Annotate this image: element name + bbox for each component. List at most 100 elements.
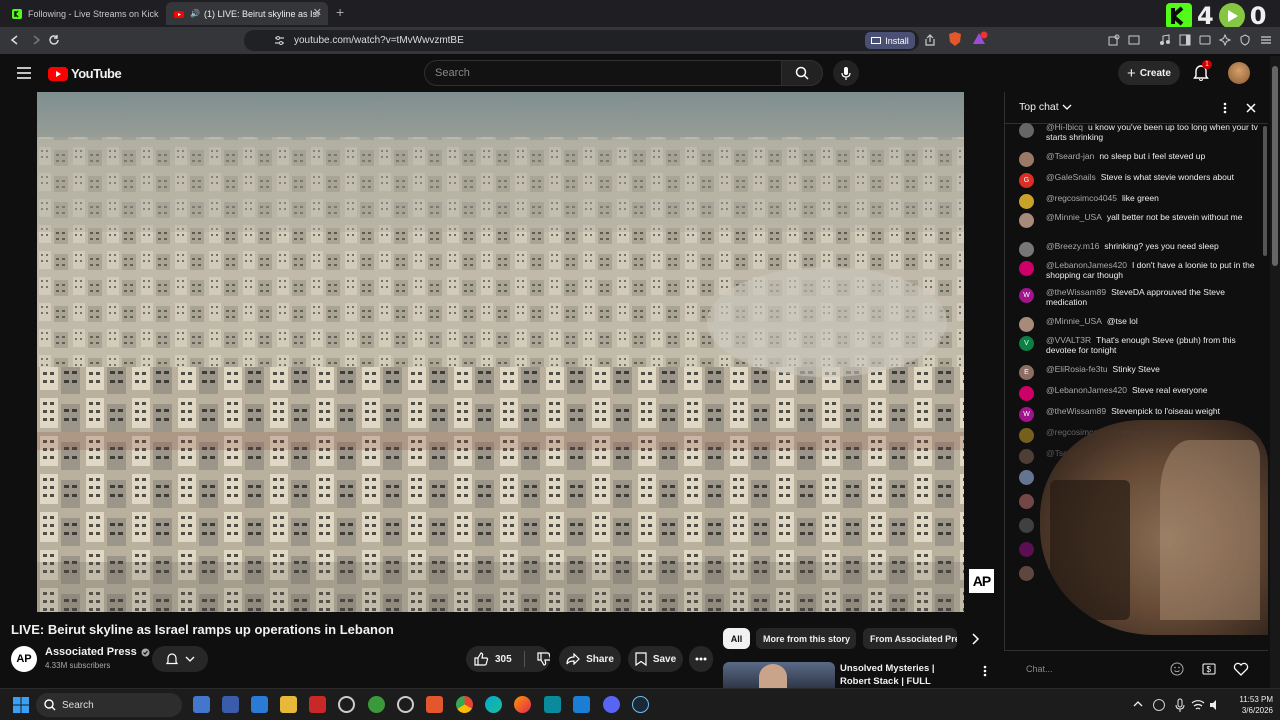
chat-input[interactable]: Chat...: [1018, 659, 1158, 679]
forward-icon[interactable]: [30, 34, 42, 46]
app-icon[interactable]: [193, 696, 210, 713]
app-icon[interactable]: [309, 696, 326, 713]
back-icon[interactable]: [9, 34, 21, 46]
ai-sparkle-icon[interactable]: [1219, 34, 1231, 46]
vpn-shield-icon[interactable]: [1239, 34, 1251, 46]
notifications-button[interactable]: 1: [1192, 60, 1212, 81]
chat-author[interactable]: @Tseard-jan: [1046, 151, 1094, 161]
chat-author[interactable]: @Minnie_USA: [1046, 316, 1102, 326]
brave-rewards-icon[interactable]: [970, 31, 988, 47]
chip-from-channel[interactable]: From Associated Pre: [863, 628, 957, 649]
chrome-icon[interactable]: [456, 696, 473, 713]
chat-author[interactable]: @LebanonJames420: [1046, 260, 1127, 270]
file-explorer-icon[interactable]: [280, 696, 297, 713]
chip-more-from-story[interactable]: More from this story: [756, 628, 856, 649]
chat-scrollbar[interactable]: [1263, 126, 1267, 256]
save-button[interactable]: Save: [628, 646, 683, 672]
share-button[interactable]: Share: [559, 646, 621, 672]
tab-youtube-active[interactable]: 🔊 (1) LIVE: Beirut skyline as Israe ✕: [166, 2, 328, 25]
related-video-thumbnail[interactable]: [723, 662, 835, 690]
url-text: youtube.com/watch?v=tMvWwvzmtBE: [294, 35, 464, 46]
chat-text: like green: [1122, 193, 1159, 203]
more-vertical-icon[interactable]: [1223, 102, 1227, 114]
app-icon[interactable]: [368, 696, 385, 713]
more-vertical-icon[interactable]: [983, 665, 987, 677]
bookmark-icon: [635, 652, 647, 666]
voice-search-button[interactable]: [833, 60, 859, 86]
chat-author[interactable]: @Minnie_USA: [1046, 212, 1102, 222]
channel-name-row[interactable]: Associated Press: [45, 646, 150, 658]
chat-faded-avatars: [1019, 470, 1034, 620]
chat-author[interactable]: @LebanonJames420: [1046, 385, 1127, 395]
video-player[interactable]: [37, 92, 964, 612]
media-icon[interactable]: [1159, 34, 1171, 46]
emoji-icon[interactable]: [1170, 662, 1184, 676]
windows-start-icon[interactable]: [13, 697, 29, 713]
wallet-icon[interactable]: [1199, 34, 1211, 46]
app-icon[interactable]: [397, 696, 414, 713]
subscription-bell-button[interactable]: [152, 646, 208, 672]
search-input[interactable]: Search: [424, 60, 782, 86]
site-settings-icon[interactable]: [274, 35, 285, 46]
system-clock[interactable]: 11:53 PM 3/6/2026: [1223, 694, 1273, 716]
heart-icon[interactable]: [1233, 661, 1249, 676]
extensions-icon[interactable]: [1108, 34, 1120, 46]
chevron-up-icon[interactable]: [1133, 700, 1143, 708]
chat-author[interactable]: @VVALT3R: [1046, 335, 1091, 345]
brave-shield-icon[interactable]: [946, 31, 964, 47]
like-button[interactable]: 305: [474, 652, 512, 666]
hamburger-menu-icon[interactable]: [17, 67, 31, 79]
channel-name: Associated Press: [45, 646, 137, 658]
menu-icon[interactable]: [1260, 34, 1272, 46]
chat-author[interactable]: @regcosimco4045: [1046, 193, 1117, 203]
more-actions-button[interactable]: [689, 646, 713, 672]
install-app-button[interactable]: Install: [865, 32, 915, 49]
tab-kick[interactable]: Following - Live Streams on Kick: [4, 2, 164, 25]
microphone-icon[interactable]: [1175, 698, 1185, 712]
top-chat-dropdown[interactable]: Top chat: [1019, 101, 1072, 113]
chat-author[interactable]: @EliRosia-fe3tu: [1046, 364, 1108, 374]
firefox-icon[interactable]: [514, 696, 531, 713]
tray-icon[interactable]: [1153, 699, 1165, 711]
share-page-icon[interactable]: [924, 34, 936, 46]
app-icon[interactable]: [544, 696, 561, 713]
taskbar-search[interactable]: Search: [36, 693, 182, 717]
brave-browser-icon[interactable]: [426, 696, 443, 713]
scrollbar-thumb[interactable]: [1272, 66, 1278, 266]
search-button[interactable]: [781, 60, 823, 86]
close-icon[interactable]: ✕: [313, 6, 322, 19]
app-icon[interactable]: [251, 696, 268, 713]
volume-icon[interactable]: [1209, 699, 1221, 711]
avatar[interactable]: [1228, 62, 1250, 84]
close-icon[interactable]: [1246, 103, 1256, 113]
steam-icon[interactable]: [632, 696, 649, 713]
chat-author[interactable]: @Hi-lbicq: [1046, 122, 1083, 132]
reload-icon[interactable]: [48, 34, 60, 46]
app-icon[interactable]: [338, 696, 355, 713]
chat-author[interactable]: @GaleSnails: [1046, 172, 1096, 182]
app-icon[interactable]: [222, 696, 239, 713]
like-count: 305: [495, 653, 512, 665]
screenshot-icon[interactable]: [1128, 34, 1140, 46]
kick-count: 4: [1197, 2, 1214, 30]
youtube-header: YouTube Search + Create 1: [0, 54, 1280, 92]
sidebar-icon[interactable]: [1179, 34, 1191, 46]
chevron-right-icon[interactable]: [970, 633, 980, 645]
page-scrollbar[interactable]: [1270, 56, 1280, 688]
wifi-icon[interactable]: [1191, 699, 1205, 711]
related-video-title[interactable]: Unsolved Mysteries | Robert Stack | FULL…: [840, 662, 965, 688]
address-bar[interactable]: youtube.com/watch?v=tMvWwvzmtBE: [244, 30, 919, 51]
chip-all[interactable]: All: [723, 628, 750, 649]
edge-icon[interactable]: [485, 696, 502, 713]
discord-icon[interactable]: [603, 696, 620, 713]
super-chat-icon[interactable]: $: [1202, 662, 1216, 676]
chat-author[interactable]: @Breezy.m16: [1046, 241, 1099, 251]
create-button[interactable]: + Create: [1118, 61, 1180, 85]
channel-avatar[interactable]: AP: [11, 646, 37, 672]
youtube-logo[interactable]: YouTube: [48, 66, 122, 81]
chat-author[interactable]: @theWissam89: [1046, 406, 1106, 416]
thumbs-down-icon[interactable]: [536, 652, 550, 666]
vscode-icon[interactable]: [573, 696, 590, 713]
chat-author[interactable]: @theWissam89: [1046, 287, 1106, 297]
new-tab-button[interactable]: +: [336, 4, 344, 20]
